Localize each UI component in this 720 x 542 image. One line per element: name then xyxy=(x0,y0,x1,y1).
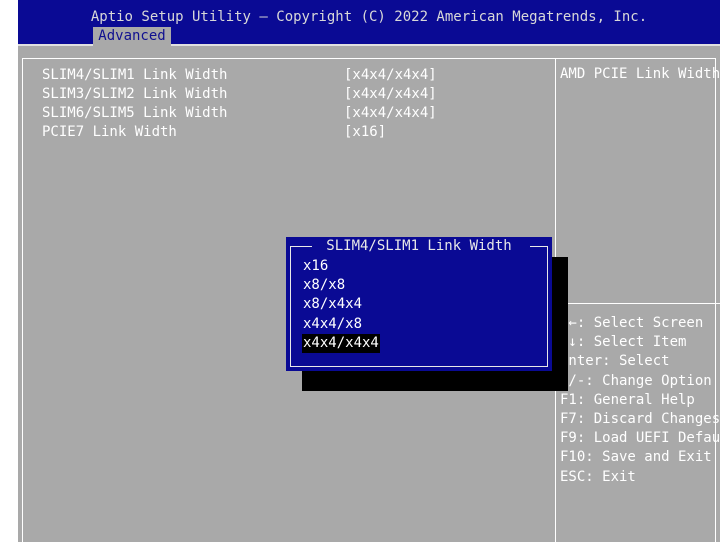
setting-value[interactable]: [x4x4/x4x4] xyxy=(344,104,437,123)
key-hint: +/-: Change Option xyxy=(560,372,712,389)
key-hint: Enter: Select xyxy=(560,353,670,370)
app-title: Aptio Setup Utility – Copyright (C) 2022… xyxy=(90,9,648,25)
key-hint: →←: Select Screen xyxy=(560,315,704,331)
option-x4x4-x4x4[interactable]: x4x4/x4x4 xyxy=(302,333,380,353)
key-legend: →←: Select Screen ↑↓: Select Item Enter:… xyxy=(560,314,720,487)
help-text: AMD PCIE Link Width xyxy=(560,66,720,82)
key-hint: ESC: Exit xyxy=(560,468,636,485)
setting-value[interactable]: [x16] xyxy=(344,123,386,142)
setting-label: SLIM6/SLIM5 Link Width xyxy=(42,105,228,121)
help-divider xyxy=(555,303,720,304)
setting-label: SLIM3/SLIM2 Link Width xyxy=(42,86,228,102)
key-hint: F1: General Help xyxy=(560,391,695,408)
option-x8-x8[interactable]: x8/x8 xyxy=(302,276,346,295)
key-hint: F7: Discard Changes xyxy=(560,410,720,427)
key-hint: F10: Save and Exit xyxy=(560,449,712,466)
key-hint: ↑↓: Select Item xyxy=(560,334,687,351)
option-x4x4-x8[interactable]: x4x4/x8 xyxy=(302,315,363,334)
setting-label: SLIM4/SLIM1 Link Width xyxy=(42,67,228,83)
setting-value[interactable]: [x4x4/x4x4] xyxy=(344,66,437,85)
key-hint: F9: Load UEFI Defaults xyxy=(560,430,720,447)
option-x8-x4x4[interactable]: x8/x4x4 xyxy=(302,295,363,314)
setting-value[interactable]: [x4x4/x4x4] xyxy=(344,85,437,104)
popup-title: SLIM4/SLIM1 Link Width xyxy=(326,238,512,254)
tab-advanced[interactable]: Advanced xyxy=(93,27,171,46)
option-x16[interactable]: x16 xyxy=(302,257,329,276)
option-popup: SLIM4/SLIM1 Link Width x16 x8/x8 x8/x4x4… xyxy=(286,237,552,371)
setting-label: PCIE7 Link Width xyxy=(42,124,177,140)
popup-option-list: x16 x8/x8 x8/x4x4 x4x4/x8 x4x4/x4x4 xyxy=(302,257,380,353)
header-bar: Aptio Setup Utility – Copyright (C) 2022… xyxy=(18,0,720,46)
bios-screen: Aptio Setup Utility – Copyright (C) 2022… xyxy=(18,0,720,542)
